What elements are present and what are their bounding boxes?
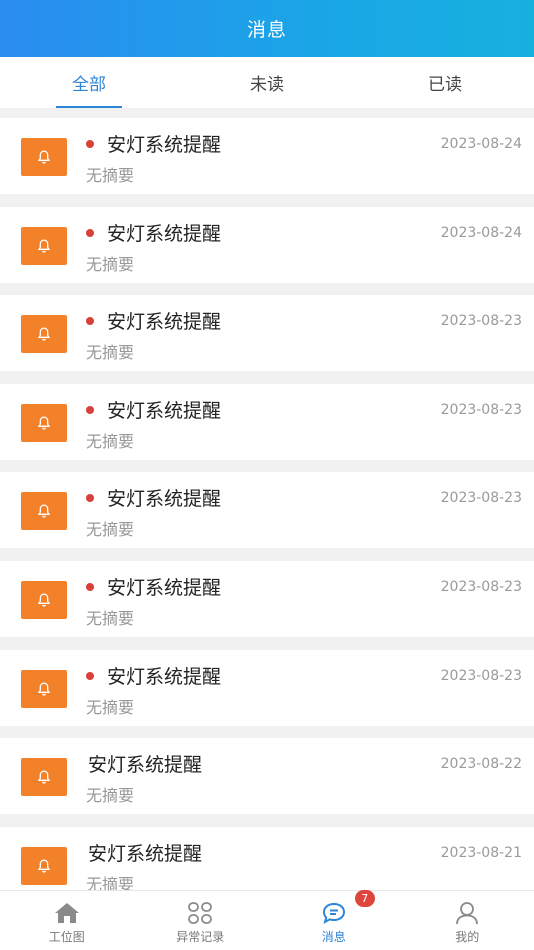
nav-item-workstation[interactable]: 工位图 <box>0 891 134 950</box>
unread-dot <box>86 140 94 148</box>
message-item[interactable]: 安灯系统提醒无摘要 2023-08-21 <box>0 827 534 890</box>
nav-label: 我的 <box>455 930 480 944</box>
message-item[interactable]: 安灯系统提醒无摘要 2023-08-23 <box>0 472 534 548</box>
bell-icon <box>21 758 67 796</box>
message-title: 安灯系统提醒 <box>107 311 222 333</box>
unread-dot <box>86 494 94 502</box>
message-item[interactable]: 安灯系统提醒 无摘要 2023-08-22 <box>0 738 534 814</box>
page-title: 消息 <box>246 19 287 41</box>
message-title: 安灯系统提醒 <box>107 577 222 599</box>
nav-label: 异常记录 <box>176 930 225 944</box>
message-date: 2023-08-23 <box>440 402 522 418</box>
message-item[interactable]: 安灯系统提醒无摘要 2023-08-23 <box>0 561 534 637</box>
message-date: 2023-08-24 <box>440 225 522 241</box>
user-icon <box>454 901 480 925</box>
message-date: 2023-08-23 <box>440 579 522 595</box>
nav-item-messages[interactable]: 7 消息 <box>267 890 401 950</box>
bell-icon <box>21 404 67 442</box>
tab-bar: 全部 未读 已读 <box>0 57 534 108</box>
message-summary: 无摘要 <box>86 432 135 451</box>
message-item[interactable]: 安灯系统提醒无摘要 2023-08-23 <box>0 295 534 371</box>
message-date: 2023-08-23 <box>440 668 522 684</box>
message-title: 安灯系统提醒 <box>107 400 222 422</box>
bell-icon <box>21 492 67 530</box>
nav-item-exceptions[interactable]: 异常记录 <box>134 891 268 950</box>
tab-all[interactable]: 全部 <box>0 57 178 108</box>
message-date: 2023-08-23 <box>440 313 522 329</box>
app-header: 消息 <box>0 0 534 57</box>
tab-unread[interactable]: 未读 <box>178 57 356 108</box>
grid-icon <box>187 901 213 925</box>
message-item[interactable]: 安灯系统提醒无摘要 2023-08-23 <box>0 650 534 726</box>
bottom-nav: 工位图 异常记录 7 消息 我的 <box>0 890 534 950</box>
bell-icon <box>21 670 67 708</box>
tab-read[interactable]: 已读 <box>356 57 534 108</box>
unread-dot <box>86 672 94 680</box>
message-summary: 无摘要 <box>86 255 135 274</box>
nav-label: 工位图 <box>48 930 85 944</box>
message-item[interactable]: 安灯系统提醒无摘要 2023-08-24 <box>0 207 534 283</box>
unread-dot <box>86 583 94 591</box>
message-date: 2023-08-22 <box>440 756 522 772</box>
nav-label: 消息 <box>321 930 346 944</box>
message-title: 安灯系统提醒 <box>107 134 222 156</box>
unread-dot <box>86 317 94 325</box>
unread-count-badge: 7 <box>354 890 375 907</box>
message-title: 安灯系统提醒 <box>107 488 222 510</box>
bell-icon <box>21 847 67 885</box>
message-date: 2023-08-23 <box>440 490 522 506</box>
message-date: 2023-08-21 <box>440 845 522 861</box>
bell-icon <box>21 227 67 265</box>
message-summary: 无摘要 <box>86 609 135 628</box>
message-summary: 无摘要 <box>86 520 135 539</box>
message-item[interactable]: 安灯系统提醒无摘要 2023-08-23 <box>0 384 534 460</box>
message-title: 安灯系统提醒 <box>88 843 203 865</box>
message-date: 2023-08-24 <box>440 136 522 152</box>
nav-item-profile[interactable]: 我的 <box>401 891 534 950</box>
home-icon <box>54 901 80 925</box>
message-summary: 无摘要 <box>86 343 135 362</box>
unread-dot <box>86 229 94 237</box>
bell-icon <box>21 315 67 353</box>
message-title: 安灯系统提醒 <box>88 754 203 776</box>
bell-icon <box>21 581 67 619</box>
message-item[interactable]: 安灯系统提醒无摘要 2023-08-24 <box>0 118 534 194</box>
message-title: 安灯系统提醒 <box>107 223 222 245</box>
message-summary: 无摘要 <box>86 786 135 805</box>
chat-icon <box>321 901 347 925</box>
message-summary: 无摘要 <box>86 166 135 185</box>
message-summary: 无摘要 <box>86 698 135 717</box>
message-title: 安灯系统提醒 <box>107 666 222 688</box>
message-list: 安灯系统提醒 无摘要 2023-08-24 安灯系统提醒 无摘要 2023-08-24 安灯… <box>0 108 534 890</box>
bell-icon <box>21 138 67 176</box>
message-summary: 无摘要 <box>86 875 135 890</box>
unread-dot <box>86 406 94 414</box>
